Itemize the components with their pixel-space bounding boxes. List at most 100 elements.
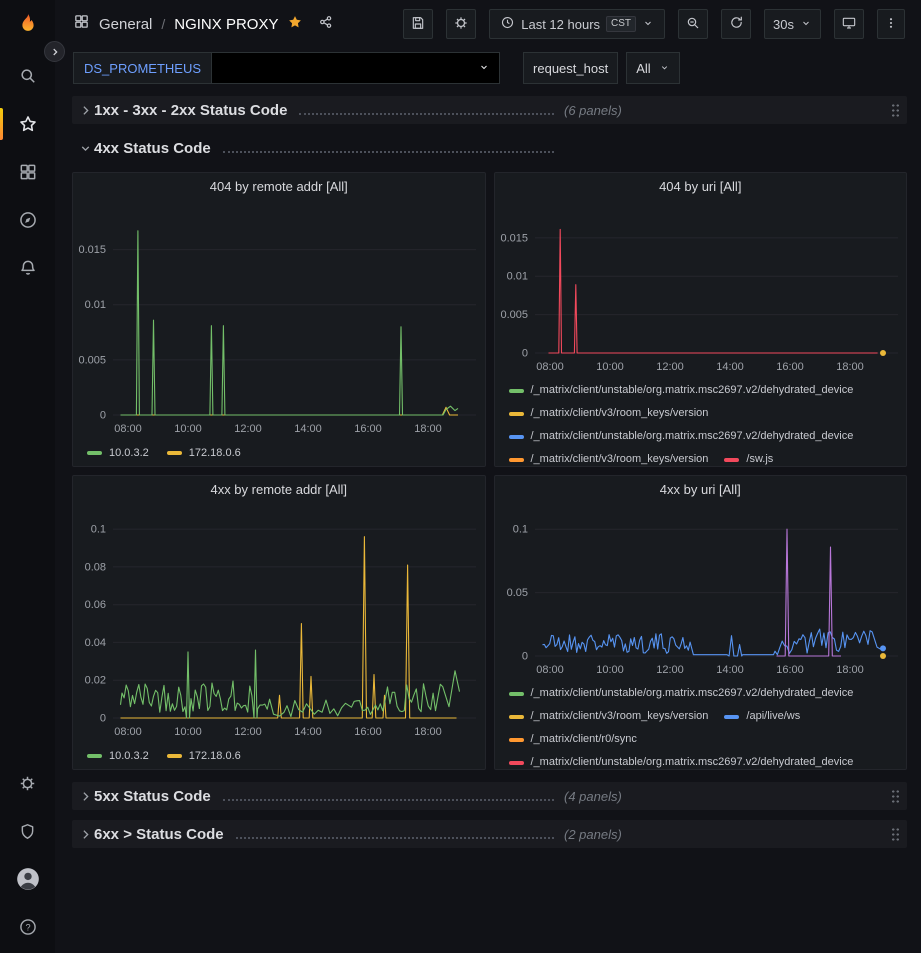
dashboards-grid-icon: [18, 162, 38, 182]
row-drag-handle[interactable]: [891, 789, 900, 804]
cycle-view-mode-button[interactable]: [834, 9, 864, 39]
sidebar-item-dashboards[interactable]: [0, 148, 55, 196]
legend-series-color: [167, 451, 182, 455]
favorite-star-icon[interactable]: [287, 14, 303, 35]
svg-text:0.015: 0.015: [78, 244, 106, 256]
row-header-5xx[interactable]: 5xx Status Code (4 panels): [72, 782, 907, 810]
svg-text:?: ?: [25, 922, 30, 932]
sidebar-expand-button[interactable]: [44, 41, 65, 62]
timeseries-chart[interactable]: 00.0050.010.01508:0010:0012:0014:0016:00…: [73, 199, 484, 439]
zoom-out-button[interactable]: [678, 9, 708, 39]
legend-item[interactable]: 10.0.3.2: [87, 447, 149, 459]
time-range-picker[interactable]: Last 12 hours CST: [489, 9, 665, 39]
legend-series-label: /_matrix/client/unstable/org.matrix.msc2…: [531, 379, 854, 402]
sidebar-item-profile[interactable]: [0, 855, 55, 903]
legend-item[interactable]: /_matrix/client/unstable/org.matrix.msc2…: [509, 682, 854, 705]
request-host-variable-value[interactable]: All: [626, 52, 679, 84]
sidebar-item-security[interactable]: [0, 807, 55, 855]
svg-text:14:00: 14:00: [294, 726, 322, 738]
legend-series-label: /_matrix/client/r0/sync: [531, 728, 637, 751]
sidebar-item-settings[interactable]: [0, 759, 55, 807]
chevron-right-icon: [76, 790, 94, 803]
legend-series-color: [509, 761, 524, 765]
row-header-1xx-3xx-2xx[interactable]: 1xx - 3xx - 2xx Status Code (6 panels): [72, 96, 907, 124]
chevron-down-icon: [478, 61, 490, 76]
svg-text:14:00: 14:00: [716, 664, 744, 676]
legend-series-label: 10.0.3.2: [109, 750, 149, 762]
dashboard-squares-icon: [73, 13, 90, 35]
save-dashboard-button[interactable]: [403, 9, 433, 39]
chevron-down-icon: [642, 17, 654, 32]
breadcrumb: General / NGINX PROXY: [73, 13, 334, 35]
refresh-interval-value: 30s: [773, 17, 794, 32]
legend-series-color: [724, 715, 739, 719]
sidebar-item-help[interactable]: ?: [0, 903, 55, 951]
refresh-button[interactable]: [721, 9, 751, 39]
legend-item[interactable]: /_matrix/client/v3/room_keys/version: [509, 705, 709, 728]
legend-item[interactable]: /_matrix/client/r0/sync: [509, 728, 637, 751]
sidebar-item-starred[interactable]: [0, 100, 55, 148]
svg-text:18:00: 18:00: [836, 664, 864, 676]
timeseries-chart[interactable]: 00.0050.010.01508:0010:0012:0014:0016:00…: [495, 199, 906, 377]
chevron-right-icon: [76, 104, 94, 117]
panel-4xx-by-remote-addr: 4xx by remote addr [All]00.020.040.060.0…: [72, 475, 486, 770]
legend-item[interactable]: /_matrix/client/unstable/org.matrix.msc2…: [509, 425, 854, 448]
svg-text:10:00: 10:00: [596, 664, 624, 676]
monitor-icon: [841, 15, 857, 34]
svg-text:12:00: 12:00: [656, 361, 684, 373]
dashboard-settings-button[interactable]: [446, 9, 476, 39]
legend-item[interactable]: /_matrix/client/unstable/org.matrix.msc2…: [509, 751, 854, 769]
svg-text:0.04: 0.04: [85, 637, 106, 649]
legend-series-color: [509, 412, 524, 416]
row-drag-handle[interactable]: [891, 103, 900, 118]
refresh-interval-dropdown[interactable]: 30s: [764, 9, 821, 39]
timeseries-chart[interactable]: 00.050.108:0010:0012:0014:0016:0018:00: [495, 502, 906, 680]
panel-title[interactable]: 4xx by uri [All]: [495, 476, 907, 502]
svg-text:0: 0: [521, 348, 527, 360]
legend-item[interactable]: /_matrix/client/unstable/org.matrix.msc2…: [509, 379, 854, 402]
legend-item[interactable]: /_matrix/client/v3/room_keys/version: [509, 402, 709, 425]
gear-icon: [453, 15, 469, 34]
timeseries-chart[interactable]: 00.020.040.060.080.108:0010:0012:0014:00…: [73, 502, 484, 742]
svg-text:0.1: 0.1: [512, 524, 527, 536]
legend-series-label: /_matrix/client/v3/room_keys/version: [531, 448, 709, 466]
legend-item[interactable]: /api/live/ws: [724, 705, 800, 728]
dotted-leader: [299, 106, 554, 115]
panel-legend: /_matrix/client/unstable/org.matrix.msc2…: [495, 680, 907, 769]
datasource-variable-value[interactable]: [211, 52, 500, 84]
panel-legend: 10.0.3.2 172.18.0.6: [73, 439, 485, 466]
row-drag-handle[interactable]: [891, 827, 900, 842]
legend-item[interactable]: /_matrix/client/v3/room_keys/version: [509, 448, 709, 466]
panel-title[interactable]: 404 by remote addr [All]: [73, 173, 485, 199]
svg-text:0.1: 0.1: [91, 524, 106, 536]
sidebar-item-explore[interactable]: [0, 196, 55, 244]
legend-series-label: /_matrix/client/unstable/org.matrix.msc2…: [531, 425, 854, 448]
share-icon[interactable]: [318, 14, 334, 35]
legend-item[interactable]: 172.18.0.6: [167, 750, 241, 762]
legend-item[interactable]: 172.18.0.6: [167, 447, 241, 459]
chevron-down-icon: [659, 61, 670, 76]
breadcrumb-section[interactable]: General: [99, 16, 152, 33]
panel-legend: /_matrix/client/unstable/org.matrix.msc2…: [495, 377, 907, 466]
svg-text:18:00: 18:00: [414, 423, 442, 435]
svg-text:0: 0: [521, 651, 527, 663]
legend-series-color: [509, 715, 524, 719]
kebab-icon: [884, 15, 898, 34]
legend-item[interactable]: /sw.js: [724, 448, 773, 466]
row-header-4xx[interactable]: 4xx Status Code: [72, 134, 907, 162]
panel-title[interactable]: 4xx by remote addr [All]: [73, 476, 485, 502]
request-host-selected: All: [636, 61, 650, 76]
legend-series-color: [509, 692, 524, 696]
panel-title[interactable]: 404 by uri [All]: [495, 173, 907, 199]
breadcrumb-dashboard-title[interactable]: NGINX PROXY: [174, 16, 278, 33]
series-point-marker: [880, 653, 886, 659]
row-title: 6xx > Status Code: [94, 826, 224, 843]
series-point-marker: [880, 645, 886, 651]
svg-text:18:00: 18:00: [414, 726, 442, 738]
legend-item[interactable]: 10.0.3.2: [87, 750, 149, 762]
sidebar-item-alerting[interactable]: [0, 244, 55, 292]
search-icon: [18, 66, 38, 86]
kebab-menu-button[interactable]: [877, 9, 905, 39]
series-point-marker: [880, 350, 886, 356]
row-header-6xx[interactable]: 6xx > Status Code (2 panels): [72, 820, 907, 848]
